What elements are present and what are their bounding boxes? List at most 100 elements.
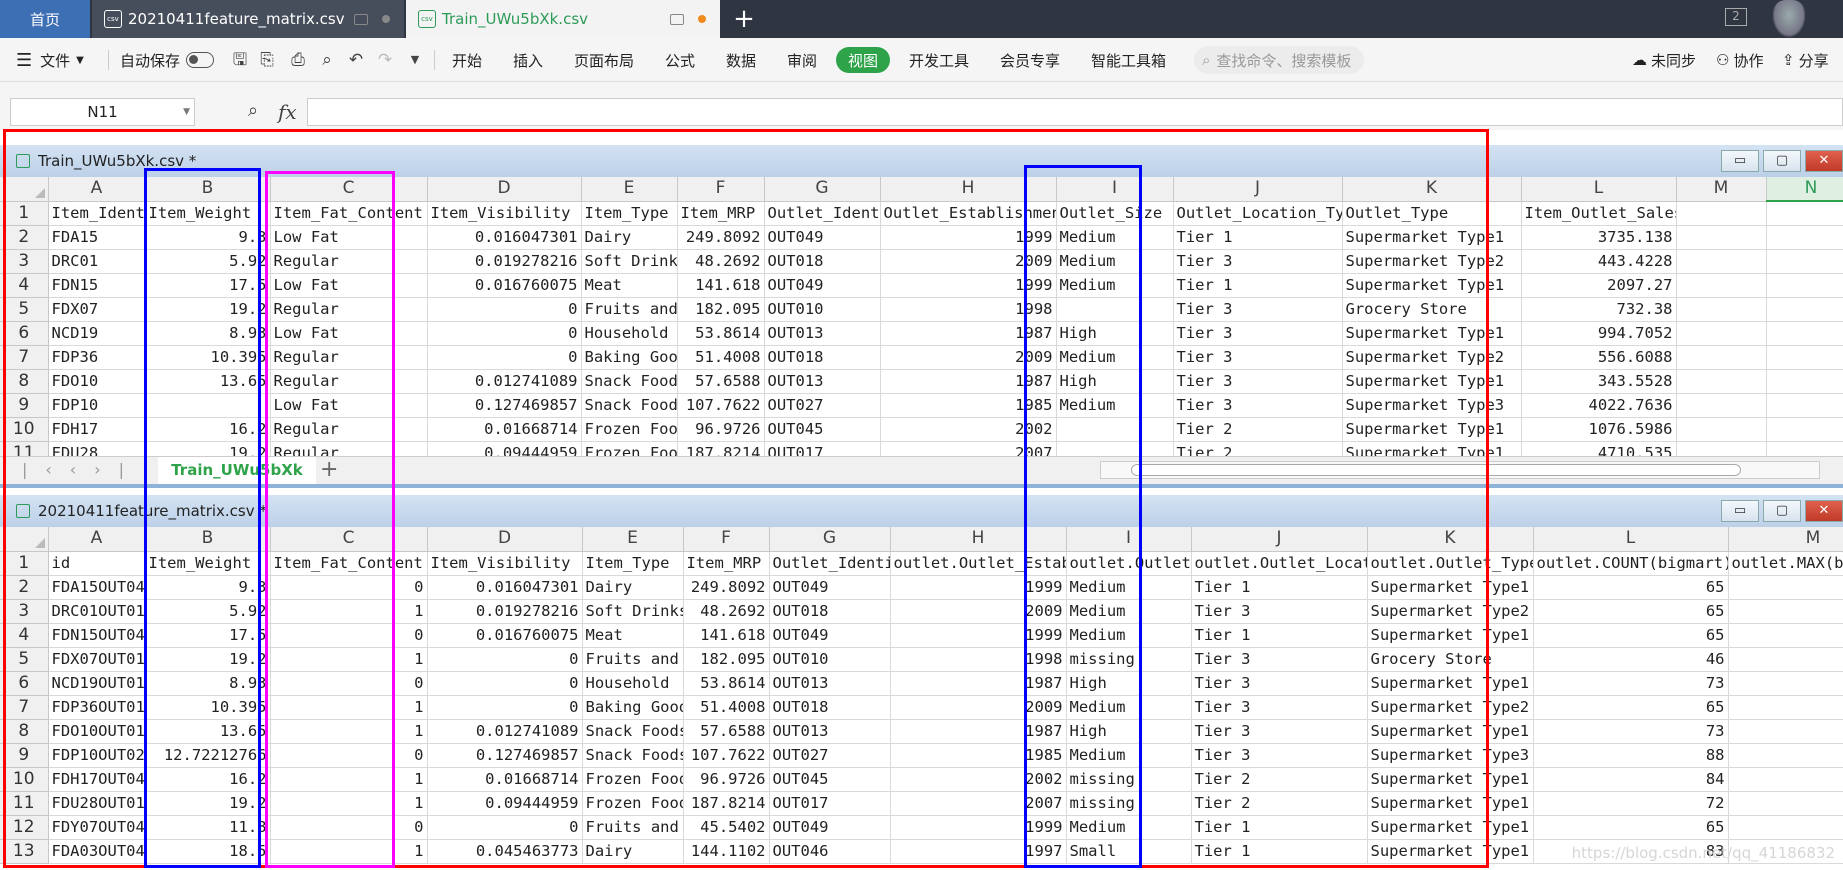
cell[interactable]: 1985 [890,743,1067,768]
cell[interactable]: Supermarket Type2 [1367,695,1534,720]
close-button[interactable]: ✕ [1805,150,1843,172]
cell[interactable]: OUT049 [769,623,891,648]
formula-input[interactable] [307,98,1843,126]
maximize-button[interactable]: ▢ [1763,500,1801,522]
select-all-corner[interactable] [0,527,49,552]
cell[interactable]: outlet.Outlet_Location_Type [1191,551,1368,576]
cell[interactable]: 0 [427,815,583,840]
cell[interactable]: High [1066,719,1192,744]
cell[interactable]: FDA15OUT049 [48,575,146,600]
cell[interactable]: 51.4008 [683,695,770,720]
cell[interactable]: Fruits and Vegetables [582,647,684,672]
cell[interactable]: Regular [270,249,428,274]
cell[interactable]: OUT018 [764,249,881,274]
cell[interactable] [1676,321,1767,346]
row-header[interactable]: 11 [0,791,49,816]
column-header[interactable]: E [581,177,678,202]
cell[interactable]: Item_Identifier [48,201,146,226]
cell[interactable]: OUT049 [769,575,891,600]
undo-icon[interactable]: ↶ [347,51,365,69]
column-header[interactable]: M [1676,177,1767,202]
cell[interactable] [145,393,271,418]
cell[interactable]: DRC01 [48,249,146,274]
cell[interactable] [1728,623,1843,648]
cell[interactable]: 1 [270,695,428,720]
cell[interactable]: 57.6588 [677,369,765,394]
cell[interactable] [1728,791,1843,816]
cell[interactable] [1766,417,1843,442]
cell[interactable]: missing [1066,791,1192,816]
cell[interactable]: 8.93 [145,671,271,696]
cell[interactable]: High [1056,369,1174,394]
cell[interactable]: 0 [427,647,583,672]
menu-item-data[interactable]: 数据 [726,38,756,82]
close-dot-icon[interactable] [382,15,390,23]
cell[interactable]: 96.9726 [677,417,765,442]
tab-train[interactable]: csv Train_UWu5bXk.csv [406,0,720,38]
cell[interactable]: Item_MRP [683,551,770,576]
cell[interactable]: Tier 3 [1191,743,1368,768]
cell[interactable]: outlet.Outlet_Size [1066,551,1192,576]
cell[interactable]: 343.5528 [1521,369,1677,394]
cell[interactable]: 16.2 [145,417,271,442]
cell[interactable]: 0 [427,297,582,322]
cell[interactable] [1766,345,1843,370]
cell[interactable]: 2009 [880,249,1057,274]
cell[interactable]: 65 [1533,695,1729,720]
cell[interactable]: Tier 2 [1191,791,1368,816]
cell[interactable]: 2009 [880,345,1057,370]
cell[interactable]: Low Fat [270,321,428,346]
cell[interactable]: FDX07OUT010 [48,647,146,672]
close-button[interactable]: ✕ [1805,500,1843,522]
cell[interactable]: Supermarket Type1 [1367,791,1534,816]
menu-item-view[interactable]: 视图 [836,47,891,73]
cell[interactable]: 5.92 [145,599,271,624]
column-header[interactable]: F [677,177,765,202]
cell[interactable]: 1987 [890,719,1067,744]
cell[interactable]: Supermarket Type2 [1367,599,1534,624]
cell[interactable]: Household [582,671,684,696]
cell[interactable]: High [1056,321,1174,346]
sheet-tab[interactable]: Train_UWu5bXk [158,457,316,484]
column-header[interactable]: N [1766,177,1843,202]
cell[interactable] [1728,719,1843,744]
cell[interactable]: OUT049 [769,815,891,840]
save-icon[interactable]: 🖫 [231,51,249,69]
cell[interactable]: 2002 [880,417,1057,442]
cell[interactable]: Outlet_Establishment_Year [880,201,1057,226]
cell[interactable]: Item_Type [581,201,678,226]
cell[interactable]: OUT045 [769,767,891,792]
cell[interactable]: Supermarket Type2 [1342,345,1522,370]
cell[interactable]: 0 [427,695,583,720]
cell[interactable] [1056,417,1174,442]
cell[interactable]: 732.38 [1521,297,1677,322]
cell[interactable] [1766,225,1843,250]
cell[interactable]: Item_Weight [145,551,271,576]
cell[interactable]: Supermarket Type1 [1342,273,1522,298]
cell[interactable]: 65 [1533,623,1729,648]
cell[interactable] [1676,201,1767,226]
cell[interactable]: Item_Visibility [427,201,582,226]
column-header[interactable]: K [1367,527,1534,552]
cell[interactable]: Meat [582,623,684,648]
cell[interactable]: Outlet_Identifier [764,201,881,226]
add-sheet-button[interactable]: + [320,457,338,483]
cell[interactable]: 12.72212766 [145,743,271,768]
cell[interactable]: Snack Foods [582,719,684,744]
zoom-icon[interactable]: ⌕ [248,100,258,121]
cell[interactable]: 0.09444959 [427,791,583,816]
cell[interactable]: missing [1066,647,1192,672]
cell[interactable]: 0.01668714 [427,767,583,792]
cell[interactable]: Low Fat [270,225,428,250]
cell[interactable]: 51.4008 [677,345,765,370]
cell[interactable]: Medium [1056,225,1174,250]
cell[interactable]: 187.8214 [683,791,770,816]
share-button[interactable]: ⇪ 分享 [1782,38,1829,82]
cell[interactable]: Outlet_Identifier [769,551,891,576]
cell[interactable]: 443.4228 [1521,249,1677,274]
cell[interactable]: outlet.Outlet_Establishment_Year [890,551,1067,576]
cell[interactable]: OUT018 [769,695,891,720]
select-all-corner[interactable] [0,177,49,202]
column-header[interactable]: J [1191,527,1368,552]
row-header[interactable]: 5 [0,297,49,322]
